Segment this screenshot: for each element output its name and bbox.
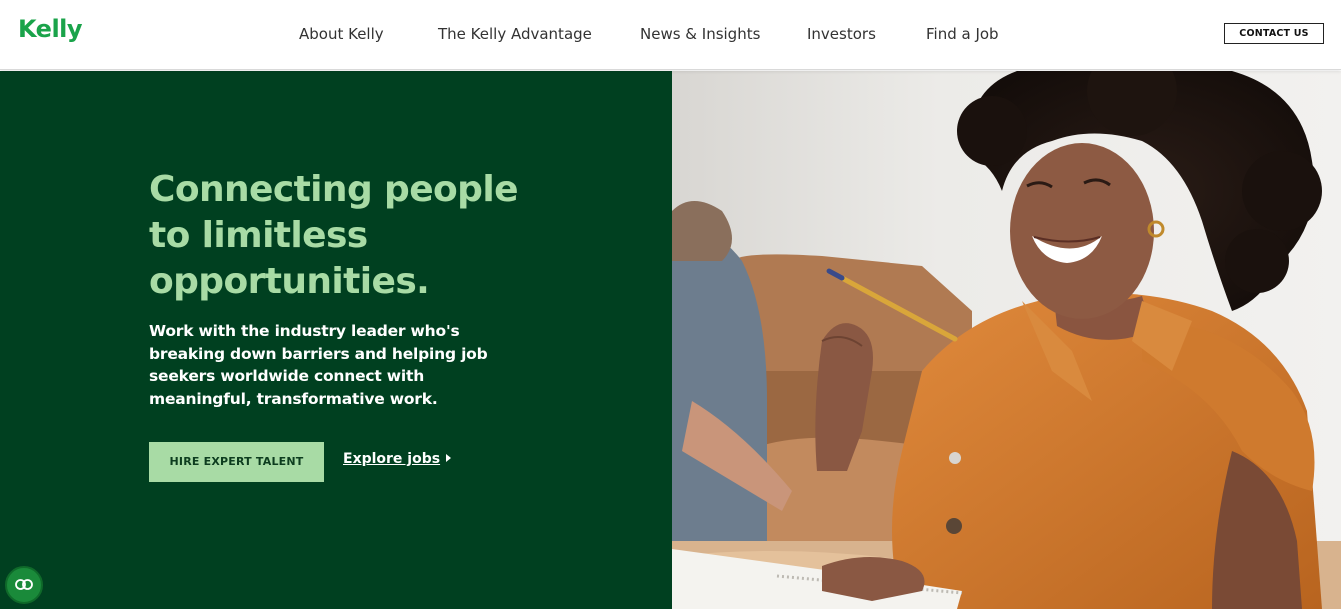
hero-headline: Connecting people to limitless opportuni… <box>149 169 518 302</box>
nav-item-about-kelly[interactable]: About Kelly <box>299 25 384 43</box>
caret-right-icon <box>446 454 452 462</box>
hire-expert-talent-button[interactable]: HIRE EXPERT TALENT <box>149 442 324 482</box>
nav-item-find-a-job[interactable]: Find a Job <box>926 25 999 43</box>
chat-glyph <box>15 579 33 590</box>
nav-item-investors[interactable]: Investors <box>807 25 876 43</box>
contact-us-button[interactable]: CONTACT US <box>1224 23 1324 44</box>
explore-jobs-link[interactable]: Explore jobs <box>343 451 452 471</box>
kelly-logo[interactable]: Kelly <box>18 15 83 43</box>
hero-subtext: Work with the industry leader who's brea… <box>149 322 488 408</box>
hero-panel: Connecting people to limitless opportuni… <box>0 71 672 609</box>
hero-photo-illustration <box>672 71 1341 609</box>
chat-bubble-icon[interactable] <box>5 566 43 604</box>
hero-photo <box>672 71 1341 609</box>
site-header: Kelly About Kelly The Kelly Advantage Ne… <box>0 0 1341 70</box>
nav-item-news-insights[interactable]: News & Insights <box>640 25 760 43</box>
nav-item-kelly-advantage[interactable]: The Kelly Advantage <box>438 25 592 43</box>
explore-jobs-label: Explore jobs <box>343 451 441 467</box>
